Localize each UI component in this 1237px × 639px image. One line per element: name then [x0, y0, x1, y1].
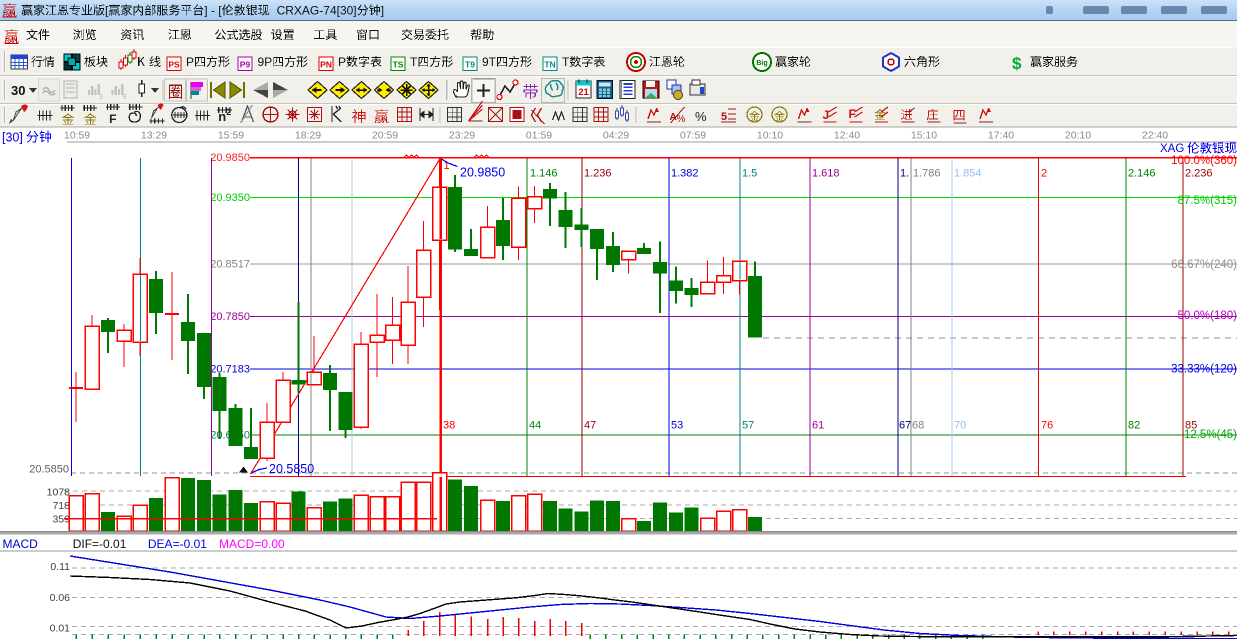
svg-text:$: $ [1012, 54, 1022, 73]
svg-text:12:40: 12:40 [834, 130, 860, 142]
svg-text:] - [: ] - [ [204, 4, 222, 18]
svg-text:82: 82 [1128, 420, 1140, 432]
svg-text:57: 57 [742, 420, 754, 432]
svg-text:T: T [562, 55, 570, 69]
svg-text:1078: 1078 [47, 487, 71, 499]
svg-text:%: % [677, 114, 686, 125]
svg-text:01:59: 01:59 [526, 130, 552, 142]
svg-text:20.9850: 20.9850 [210, 152, 250, 164]
svg-text:20:10: 20:10 [1065, 130, 1091, 142]
svg-text:15:59: 15:59 [218, 130, 244, 142]
svg-text:20:59: 20:59 [372, 130, 398, 142]
svg-text:TS: TS [393, 60, 404, 70]
svg-text:9P: 9P [258, 55, 273, 69]
svg-text:20.9850: 20.9850 [460, 166, 505, 180]
svg-text:DEA=-0.01: DEA=-0.01 [148, 537, 207, 551]
svg-text:MACD=0.00: MACD=0.00 [219, 537, 285, 551]
svg-text:0.11: 0.11 [50, 561, 70, 573]
svg-text:9T: 9T [482, 55, 497, 69]
svg-text:XAG: XAG [1160, 143, 1184, 155]
svg-text:100.0%(360): 100.0%(360) [1171, 155, 1237, 167]
svg-text:P: P [186, 55, 194, 69]
svg-text:30: 30 [11, 83, 25, 98]
svg-text:J: J [823, 108, 830, 122]
svg-text:10:59: 10:59 [64, 130, 90, 142]
svg-text:2.146: 2.146 [1128, 168, 1156, 180]
svg-text:1.: 1. [900, 168, 909, 180]
svg-text:13:29: 13:29 [141, 130, 167, 142]
svg-text:1.382: 1.382 [671, 168, 699, 180]
svg-text:0.06: 0.06 [50, 592, 71, 604]
svg-text:10:10: 10:10 [757, 130, 783, 142]
svg-text:33.33%(120): 33.33%(120) [1171, 364, 1237, 376]
svg-text:[30]: [30] [2, 131, 23, 145]
svg-text:85: 85 [1185, 420, 1197, 432]
svg-text:70: 70 [954, 420, 966, 432]
svg-text:23:29: 23:29 [449, 130, 475, 142]
svg-text:T9: T9 [465, 60, 475, 70]
svg-text:9: 9 [123, 94, 127, 101]
svg-text:3: 3 [99, 94, 103, 101]
svg-text:359: 359 [52, 514, 70, 526]
svg-text:1.854: 1.854 [954, 168, 982, 180]
svg-text:5: 5 [721, 111, 727, 123]
svg-text:20.7850: 20.7850 [210, 311, 250, 323]
svg-text:1.236: 1.236 [584, 168, 612, 180]
svg-text:F: F [109, 112, 116, 126]
svg-text:53: 53 [671, 420, 683, 432]
svg-text:0.01: 0.01 [50, 623, 71, 635]
svg-text:76: 76 [1041, 420, 1053, 432]
svg-text:DIF=-0.01: DIF=-0.01 [73, 537, 127, 551]
svg-text:P: P [338, 55, 346, 69]
svg-text:67: 67 [899, 420, 911, 432]
svg-text:Big: Big [756, 60, 767, 67]
svg-text:TN: TN [544, 60, 555, 70]
svg-text:718: 718 [52, 500, 70, 512]
svg-text:PS: PS [168, 60, 180, 70]
svg-text:68: 68 [912, 420, 924, 432]
svg-text:]: ] [381, 4, 384, 18]
svg-text:44: 44 [529, 420, 541, 432]
svg-text:PN: PN [320, 60, 332, 70]
svg-text:2.236: 2.236 [1185, 168, 1213, 180]
svg-text:F: F [849, 107, 856, 121]
svg-text:18:29: 18:29 [295, 130, 321, 142]
svg-text:20.9350: 20.9350 [210, 192, 250, 204]
svg-text:15:10: 15:10 [911, 130, 937, 142]
svg-text:22:40: 22:40 [1142, 130, 1168, 142]
svg-text:P9: P9 [240, 60, 251, 70]
svg-text:61: 61 [812, 420, 824, 432]
svg-text:20.8517: 20.8517 [210, 259, 250, 271]
svg-text:1.618: 1.618 [812, 168, 840, 180]
svg-text:CRXAG-74[30]: CRXAG-74[30] [277, 4, 357, 18]
svg-text:04:29: 04:29 [603, 130, 629, 142]
svg-text:1.786: 1.786 [913, 168, 941, 180]
svg-text:21: 21 [578, 87, 589, 98]
svg-text:20.5850: 20.5850 [269, 462, 314, 476]
svg-text:50.0%(180): 50.0%(180) [1178, 310, 1237, 322]
svg-text:1.146: 1.146 [530, 168, 558, 180]
svg-text:1.5: 1.5 [742, 168, 757, 180]
svg-text:%: % [695, 109, 707, 124]
svg-text:T: T [410, 55, 418, 69]
svg-text:07:59: 07:59 [680, 130, 706, 142]
svg-text:MACD: MACD [3, 537, 39, 551]
svg-text:87.5%(315): 87.5%(315) [1178, 195, 1237, 207]
svg-text:38: 38 [443, 420, 455, 432]
svg-text:20.5850: 20.5850 [29, 464, 69, 476]
svg-text:17:40: 17:40 [988, 130, 1014, 142]
svg-text:66.67%(240): 66.67%(240) [1171, 259, 1237, 271]
svg-text:2: 2 [1041, 168, 1047, 180]
svg-text:47: 47 [584, 420, 596, 432]
svg-text:20.7183: 20.7183 [210, 364, 250, 376]
